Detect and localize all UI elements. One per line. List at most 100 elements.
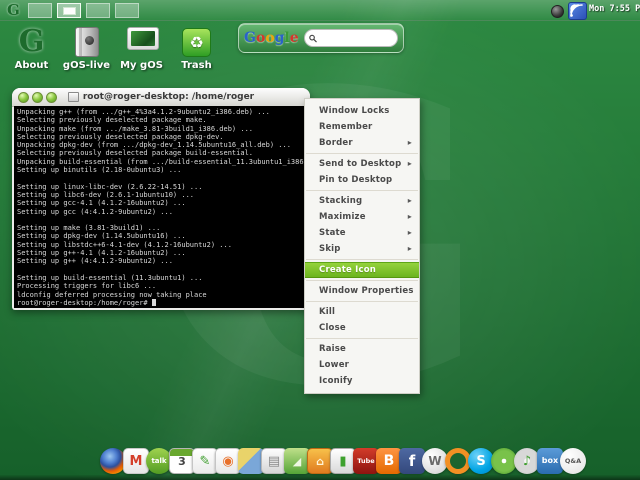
search-input[interactable]	[319, 33, 393, 43]
desktop-icon-my-gos[interactable]: My gOS	[114, 23, 169, 71]
menu-item-label: Border	[319, 138, 353, 148]
menu-item-window-locks[interactable]: Window Locks	[305, 103, 419, 119]
terminal-line: Unpacking make (from .../make_3.81-3buil…	[17, 124, 254, 133]
menu-item-create-icon[interactable]: Create Icon	[305, 262, 419, 278]
google-calendar-glyph: 3	[178, 454, 186, 468]
terminal-line: Setting up gcc (4:4.1.2-9ubuntu2) ...	[17, 207, 173, 216]
window-button-maximize[interactable]	[46, 92, 57, 103]
desktop-icon-label: About	[14, 60, 49, 71]
submenu-arrow-icon: ▸	[407, 244, 412, 253]
menu-separator	[306, 190, 418, 191]
terminal-line: Selecting previously deselected package …	[17, 149, 254, 158]
facebook-glyph: f	[408, 451, 416, 470]
window-button-minimize[interactable]	[32, 92, 43, 103]
submenu-arrow-icon: ▸	[407, 159, 412, 168]
pager-desktop-3[interactable]	[86, 3, 110, 18]
google-docs-glyph: ✎	[199, 453, 211, 469]
desktop-icon-trash[interactable]: ♻ Trash	[169, 23, 224, 71]
menu-item-label: Kill	[319, 307, 336, 317]
google-logo-letter: o	[255, 30, 266, 46]
desktop-icon-gos-live[interactable]: gOS-live	[59, 23, 114, 71]
shopping-glyph: ⌂	[316, 454, 324, 468]
menu-item-skip[interactable]: Skip ▸	[305, 241, 419, 257]
terminal-line: Setting up linux-libc-dev (2.6.22-14.51)…	[17, 182, 203, 191]
terminal-line: Setting up libc6-dev (2.6.1-1ubuntu10) .…	[17, 190, 195, 199]
google-logo-letter: o	[265, 30, 275, 46]
menu-item-border[interactable]: Border ▸	[305, 135, 419, 151]
box-net-glyph: box	[541, 456, 559, 465]
clock: Mon 7:55 PM	[589, 4, 640, 14]
submenu-arrow-icon: ▸	[407, 212, 412, 221]
pager-desktop-1[interactable]	[28, 3, 52, 18]
menu-item-label: Window Properties	[319, 286, 414, 296]
desktop-icon-row: G About gOS-live My gOS ♻ Trash	[4, 23, 224, 72]
pager-desktop-4[interactable]	[115, 3, 139, 18]
terminal-line: Setting up make (3.81-3build1) ...	[17, 224, 161, 233]
search-field-wrap	[303, 29, 398, 47]
terminal-window: root@roger-desktop: /home/roger Unpackin…	[12, 88, 310, 310]
desktop-icon-label: gOS-live	[62, 60, 111, 71]
terminal-line: Unpacking g++ (from .../g++_4%3a4.1.2-9u…	[17, 108, 270, 116]
terminal-title-text: root@roger-desktop: /home/roger	[82, 92, 255, 102]
computer-monitor-icon	[126, 27, 159, 57]
terminal-line: Setting up libstdc++6-4.1-dev (4.1.2-16u…	[17, 240, 232, 249]
menu-item-label: Pin to Desktop	[319, 175, 393, 185]
gos-live-art	[74, 23, 99, 57]
google-search-widget: Google	[238, 23, 404, 53]
menu-item-close[interactable]: Close	[305, 320, 419, 336]
music-cd-glyph: ♪	[522, 453, 532, 469]
menu-item-send-to-desktop[interactable]: Send to Desktop ▸	[305, 156, 419, 172]
menu-item-remember[interactable]: Remember	[305, 119, 419, 135]
wifi-icon[interactable]	[568, 2, 587, 20]
menu-item-label: Create Icon	[319, 265, 377, 275]
menu-item-iconify[interactable]: Iconify	[305, 373, 419, 389]
desktop-icon-label: My gOS	[120, 60, 163, 71]
menu-item-state[interactable]: State ▸	[305, 225, 419, 241]
menu-separator	[306, 153, 418, 154]
clock-time: 7:55 PM	[609, 4, 640, 14]
search-icon	[308, 34, 317, 42]
terminal-output: Unpacking g++ (from .../g++_4%3a4.1.2-9u…	[14, 106, 308, 308]
google-logo-letter: g	[274, 30, 285, 46]
menu-item-window-properties[interactable]: Window Properties	[305, 283, 419, 299]
google-news-glyph: ▤	[267, 453, 281, 469]
pager-desktop-2[interactable]	[57, 3, 81, 18]
blogger-glyph: B	[383, 453, 395, 469]
google-logo: Google	[244, 30, 299, 46]
pager-active-window	[62, 6, 76, 15]
terminal-title: root@roger-desktop: /home/roger	[67, 92, 255, 102]
desktop-icon-about[interactable]: G About	[4, 23, 59, 72]
gos-g-icon: G	[18, 24, 45, 59]
menu-item-label: Lower	[319, 360, 350, 370]
menu-item-label: State	[319, 228, 346, 238]
gos-live-glyph: ▮	[339, 453, 347, 469]
menu-separator	[306, 280, 418, 281]
clock-day: Mon	[589, 4, 605, 14]
menu-item-label: Iconify	[319, 376, 353, 386]
desktop-icon-label: Trash	[181, 60, 212, 71]
youtube-glyph: Tube	[357, 456, 375, 465]
trash-art: ♻	[182, 23, 211, 57]
skype-glyph: S	[476, 453, 486, 469]
terminal-titlebar[interactable]: root@roger-desktop: /home/roger	[12, 88, 310, 107]
window-button-close[interactable]	[18, 92, 29, 103]
terminal-line: ldconfig deferred processing now taking …	[17, 290, 207, 299]
menu-separator	[306, 338, 418, 339]
terminal-line: Unpacking build-essential (from .../buil…	[17, 157, 308, 166]
menu-item-raise[interactable]: Raise	[305, 341, 419, 357]
terminal-line: Setting up gcc-4.1 (4.1.2-16ubuntu2) ...	[17, 199, 186, 208]
menu-item-label: Remember	[319, 122, 373, 132]
menu-item-pin-to-desktop[interactable]: Pin to Desktop	[305, 172, 419, 188]
menu-item-label: Skip	[319, 244, 341, 254]
dock-icon-faqly-qa[interactable]: Q&A	[560, 448, 586, 474]
menu-item-lower[interactable]: Lower	[305, 357, 419, 373]
menu-item-stacking[interactable]: Stacking ▸	[305, 193, 419, 209]
menu-item-kill[interactable]: Kill	[305, 304, 419, 320]
gmail-glyph: M	[129, 453, 143, 469]
menu-item-maximize[interactable]: Maximize ▸	[305, 209, 419, 225]
status-tray-icon[interactable]	[551, 5, 564, 18]
gos-logo-icon[interactable]: G	[7, 1, 20, 19]
